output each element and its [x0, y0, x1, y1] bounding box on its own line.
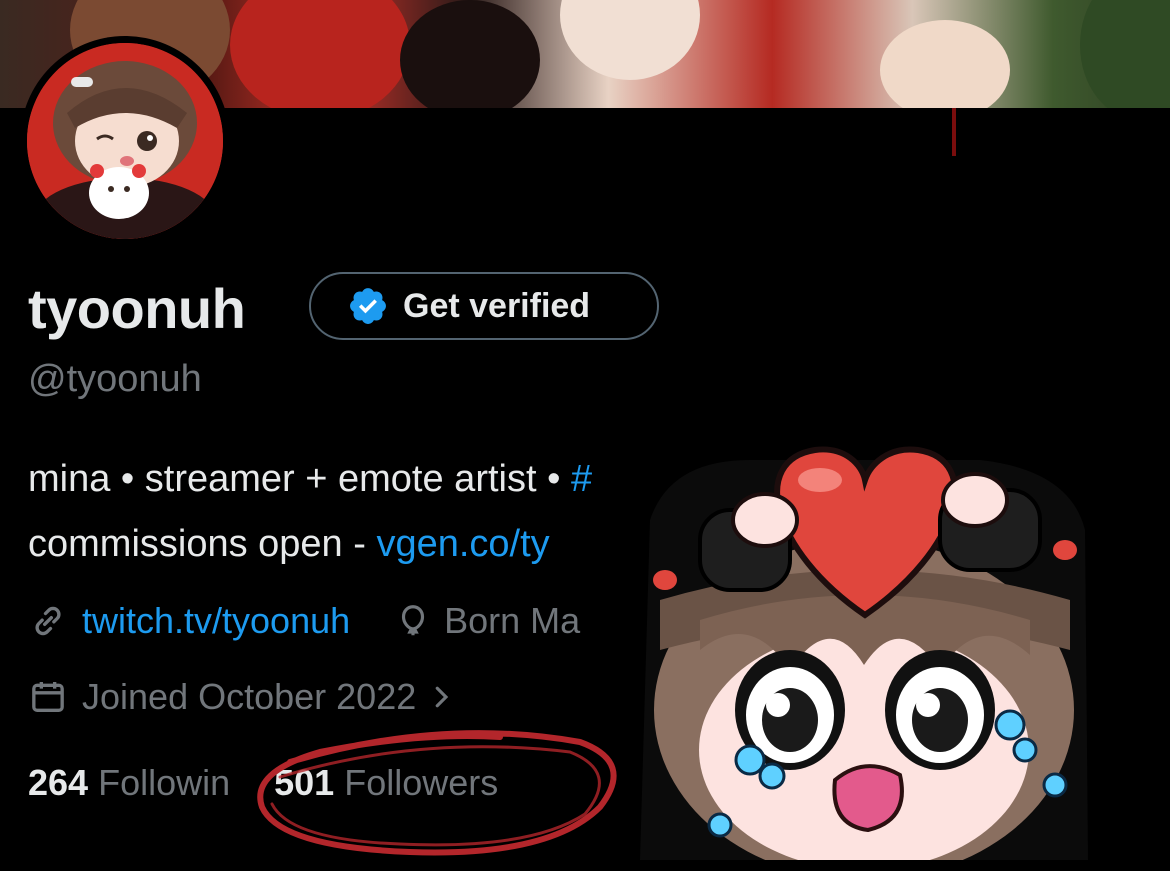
avatar-illustration — [27, 43, 223, 239]
follow-stats: 264 Followin 501 Followers — [28, 762, 498, 804]
bio-line-2: commissions open - vgen.co/ty — [28, 523, 550, 566]
followers-count: 501 — [274, 762, 335, 803]
bio-text: commissions open - — [28, 523, 377, 565]
verified-badge-icon — [350, 288, 386, 324]
crying-emote-sticker — [640, 446, 1088, 860]
followers-label: Followers — [344, 762, 499, 803]
bio-line-1: mina • streamer + emote artist • # — [28, 458, 592, 501]
get-verified-button[interactable]: Get verified — [309, 272, 659, 340]
display-name: tyoonuh — [28, 277, 246, 340]
joined-row: Joined October 2022 — [28, 676, 456, 718]
birthday-text: Born Ma — [444, 600, 581, 641]
following-count: 264 — [28, 762, 89, 803]
avatar[interactable] — [27, 43, 223, 239]
balloon-icon — [402, 605, 425, 636]
followers-stat[interactable]: 501 Followers — [274, 762, 498, 804]
banner-art-shape — [560, 0, 700, 80]
bio-text: mina • streamer + emote artist • — [28, 458, 571, 500]
link-icon — [35, 606, 61, 636]
vgen-link[interactable]: vgen.co/ty — [376, 523, 549, 565]
following-label: Followin — [98, 762, 231, 803]
banner-art-shape — [230, 0, 410, 108]
banner-thread-decoration — [952, 108, 956, 156]
joined-date: Joined October 2022 — [82, 676, 417, 717]
profile-meta-row: twitch.tv/tyoonuh Born Ma — [28, 600, 580, 642]
handle: @tyoonuh — [28, 358, 202, 400]
banner-art-shape — [400, 0, 540, 108]
website-link[interactable]: twitch.tv/tyoonuh — [82, 600, 350, 642]
chevron-right-icon[interactable] — [426, 679, 456, 715]
banner-art-shape — [1080, 0, 1170, 108]
calendar-icon — [32, 682, 64, 712]
banner-art-shape — [880, 20, 1010, 108]
following-stat[interactable]: 264 Followin — [28, 762, 230, 804]
get-verified-label: Get verified — [403, 286, 591, 325]
hashtag-link[interactable]: # — [571, 458, 592, 500]
